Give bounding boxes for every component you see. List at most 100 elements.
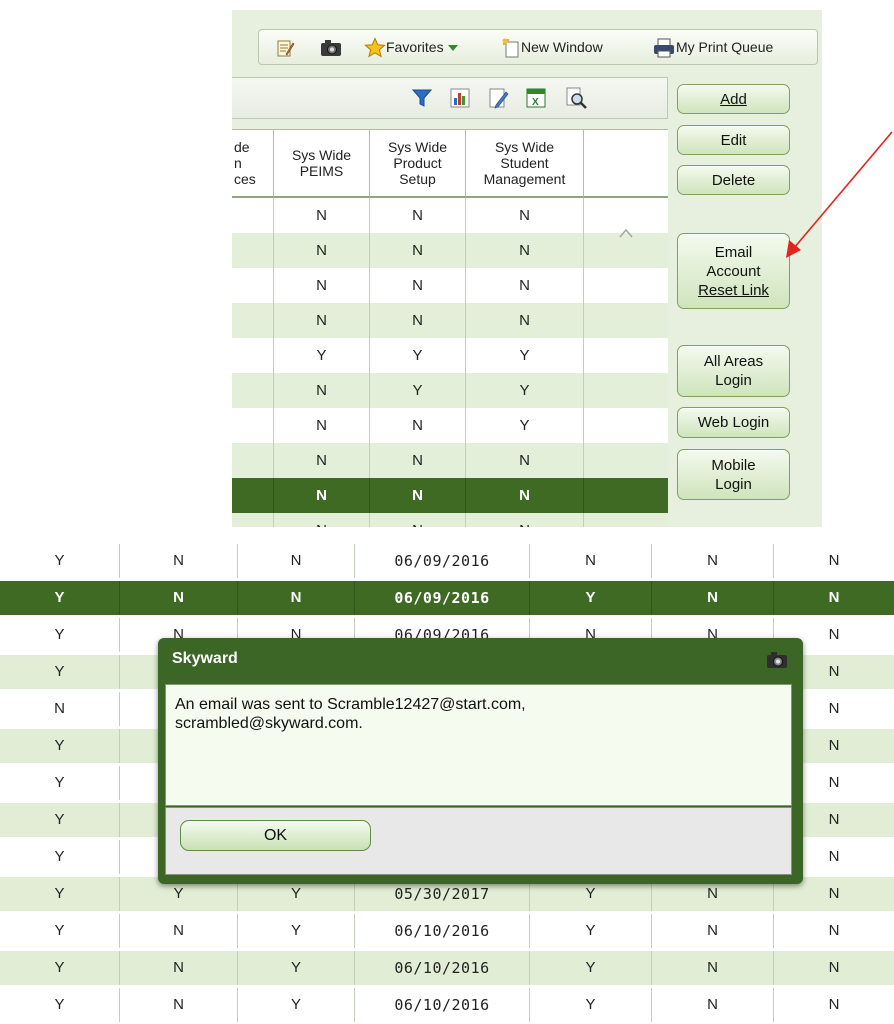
column-header-sys-wide-student-management[interactable]: Sys Wide Student Management: [466, 130, 584, 198]
table-cell: Y: [530, 581, 652, 615]
add-button[interactable]: Add: [677, 84, 790, 114]
table-cell: Y: [0, 951, 120, 985]
web-login-button[interactable]: Web Login: [677, 407, 790, 438]
table-cell: N: [652, 544, 774, 578]
table-cell: N: [274, 443, 370, 478]
email-reset-line3: Reset Link: [698, 281, 769, 299]
column-header-sys-wide-peims[interactable]: Sys Wide PEIMS: [274, 130, 370, 198]
column-header-sys-wide-product-setup[interactable]: Sys Wide Product Setup: [370, 130, 466, 198]
table-cell: N: [370, 233, 466, 268]
dialog-message: An email was sent to Scramble12427@start…: [165, 684, 792, 806]
screenshot-button[interactable]: [319, 30, 343, 64]
dialog-title: Skyward: [172, 650, 238, 667]
grid-toolbar: X: [232, 77, 668, 119]
column-header-label: Sys Wide PEIMS: [291, 147, 352, 179]
table-cell: N: [274, 268, 370, 303]
table-row[interactable]: NNY: [232, 408, 668, 443]
scroll-up-icon[interactable]: [618, 226, 634, 242]
print-preview-icon[interactable]: [564, 86, 588, 110]
table-cell: Y: [0, 988, 120, 1022]
table-cell: [232, 303, 274, 338]
table-cell: N: [370, 303, 466, 338]
column-header-partial[interactable]: de n ces: [232, 130, 274, 198]
table-row[interactable]: NNN: [232, 233, 668, 268]
table-cell: N: [274, 373, 370, 408]
table-row[interactable]: NNN: [232, 443, 668, 478]
table-cell: Y: [0, 766, 120, 800]
table-cell: N: [652, 581, 774, 615]
table-cell: Y: [530, 914, 652, 948]
all-areas-login-button[interactable]: All Areas Login: [677, 345, 790, 397]
table-row[interactable]: NNN: [232, 303, 668, 338]
dialog-message-line2: scrambled@skyward.com.: [175, 715, 363, 732]
table-cell: Y: [370, 338, 466, 373]
table-cell: N: [370, 198, 466, 233]
table-row[interactable]: Y N N 06/09/2016 Y N N: [0, 581, 894, 615]
table-row[interactable]: YYY: [232, 338, 668, 373]
table-cell: Y: [0, 618, 120, 652]
mobile-login-button[interactable]: Mobile Login: [677, 449, 790, 500]
new-window-button[interactable]: New Window: [501, 30, 603, 64]
table-cell: [232, 198, 274, 233]
email-reset-line1: Email: [714, 243, 753, 261]
table-row[interactable]: Y N N 06/09/2016 N N N: [0, 544, 894, 578]
table-row[interactable]: NNN: [232, 513, 668, 527]
table-cell: N: [274, 198, 370, 233]
table-cell: N: [370, 408, 466, 443]
edit-icon[interactable]: [486, 86, 510, 110]
table-cell: [584, 478, 668, 513]
table-cell: N: [0, 692, 120, 726]
filter-icon[interactable]: [410, 86, 434, 110]
table-row[interactable]: Y N Y 06/10/2016 Y N N: [0, 951, 894, 985]
favorites-menu[interactable]: Favorites: [364, 30, 459, 64]
table-cell: Y: [466, 373, 584, 408]
table-cell: Y: [0, 803, 120, 837]
table-cell: N: [466, 303, 584, 338]
table-row[interactable]: NNN: [232, 198, 668, 233]
table-cell: Y: [274, 338, 370, 373]
table-cell: [584, 338, 668, 373]
table-cell: Y: [0, 840, 120, 874]
column-header-label: Sys Wide Student Management: [483, 139, 566, 187]
table-cell: N: [238, 544, 355, 578]
dropdown-arrow-icon: [448, 45, 459, 52]
add-label: Add: [720, 90, 747, 108]
excel-export-icon[interactable]: X: [524, 86, 548, 110]
edit-note-button[interactable]: [275, 30, 295, 64]
table-cell: [232, 478, 274, 513]
print-queue-button[interactable]: My Print Queue: [652, 30, 773, 64]
table-row[interactable]: NNN: [232, 478, 668, 513]
all-areas-line1: All Areas: [703, 353, 764, 370]
table-cell: N: [828, 589, 840, 606]
favorites-label: Favorites: [386, 39, 444, 55]
table-cell: 06/10/2016: [355, 914, 530, 948]
table-row[interactable]: Y N Y 06/10/2016 Y N N: [0, 914, 894, 948]
dialog-footer: OK: [165, 807, 792, 875]
table-row[interactable]: NNN: [232, 268, 668, 303]
table-cell: N: [370, 443, 466, 478]
edit-label: Edit: [720, 131, 747, 149]
table-cell: N: [466, 478, 584, 513]
ok-button[interactable]: OK: [180, 820, 371, 851]
chart-icon[interactable]: [448, 86, 472, 110]
table-cell: Y: [0, 877, 120, 911]
table-cell: N: [370, 513, 466, 527]
table-cell: [584, 408, 668, 443]
table-cell: N: [466, 513, 584, 527]
table-cell: N: [120, 581, 238, 615]
table-cell: Y: [238, 914, 355, 948]
table-cell: N: [530, 544, 652, 578]
table-cell: N: [238, 581, 355, 615]
print-queue-label: My Print Queue: [676, 39, 774, 55]
table-row[interactable]: Y N Y 06/10/2016 Y N N: [0, 988, 894, 1022]
table-cell: N: [120, 914, 238, 948]
table-row[interactable]: NYY: [232, 373, 668, 408]
table-cell: [584, 513, 668, 527]
table-cell: N: [652, 951, 774, 985]
table-cell: Y: [238, 988, 355, 1022]
camera-icon[interactable]: [765, 650, 789, 673]
mobile-login-line2: Login: [715, 475, 752, 493]
table-cell: N: [652, 988, 774, 1022]
table-cell: N: [120, 951, 238, 985]
table-cell: N: [466, 198, 584, 233]
